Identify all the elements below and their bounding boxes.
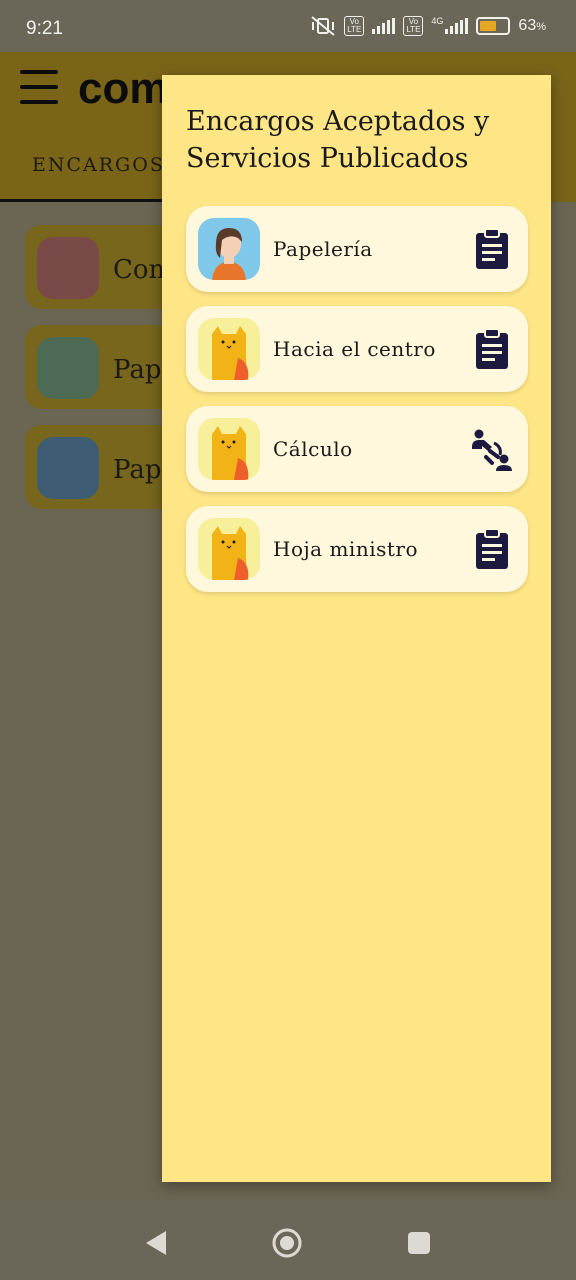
status-bar: 9:21 Vo LTE Vo LTE 4G 63% <box>0 0 576 52</box>
recents-icon[interactable] <box>407 1231 431 1255</box>
tab-indicator <box>0 199 170 202</box>
avatar <box>37 237 99 299</box>
volte-badge-2: Vo LTE <box>403 16 424 36</box>
tab-encargos[interactable]: ENCARGOS <box>32 154 165 176</box>
drawer-item-hacia-el-centro[interactable]: Hacia el centro <box>186 306 528 392</box>
cat-avatar <box>198 318 260 380</box>
list-item[interactable]: Pap <box>25 425 185 509</box>
signal-icon-2 <box>445 18 469 34</box>
volte-badge: Vo LTE <box>344 16 365 36</box>
drawer-item-label: Papelería <box>273 237 373 261</box>
clipboard-icon[interactable] <box>470 527 514 571</box>
girl-avatar <box>198 218 260 280</box>
back-icon[interactable] <box>144 1230 168 1256</box>
hamburger-menu-icon[interactable] <box>20 70 58 108</box>
network-type: 4G <box>431 16 444 26</box>
vibrate-off-icon <box>311 16 335 36</box>
drawer-item-label: Cálculo <box>273 437 353 461</box>
home-icon[interactable] <box>271 1227 303 1259</box>
drawer-item-papeleria[interactable]: Papelería <box>186 206 528 292</box>
clipboard-icon[interactable] <box>470 227 514 271</box>
drawer-item-calculo[interactable]: Cálculo <box>186 406 528 492</box>
drawer-item-label: Hoja ministro <box>273 537 419 561</box>
list-item[interactable]: Com <box>25 225 185 309</box>
cat-avatar <box>198 418 260 480</box>
avatar <box>37 337 99 399</box>
list-item[interactable]: Pap <box>25 325 185 409</box>
battery-icon <box>476 17 511 35</box>
clipboard-icon[interactable] <box>470 327 514 371</box>
drawer-item-hoja-ministro[interactable]: Hoja ministro <box>186 506 528 592</box>
avatar <box>37 437 99 499</box>
cat-avatar <box>198 518 260 580</box>
drawer-item-label: Hacia el centro <box>273 337 436 361</box>
status-time: 9:21 <box>26 18 63 39</box>
app-logo: com <box>78 64 169 113</box>
system-nav-bar <box>0 1200 576 1280</box>
list-item-label: Pap <box>113 455 162 485</box>
status-icons: Vo LTE Vo LTE 4G 63% <box>310 16 546 36</box>
battery-percent: 63% <box>518 17 546 34</box>
drawer-title: Encargos Aceptados y Servicios Publicado… <box>186 106 490 174</box>
navigation-drawer: Encargos Aceptados y Servicios Publicado… <box>162 75 551 1182</box>
people-handshake-icon[interactable] <box>470 427 514 471</box>
signal-icon <box>372 18 396 34</box>
list-item-label: Pap <box>113 355 162 385</box>
